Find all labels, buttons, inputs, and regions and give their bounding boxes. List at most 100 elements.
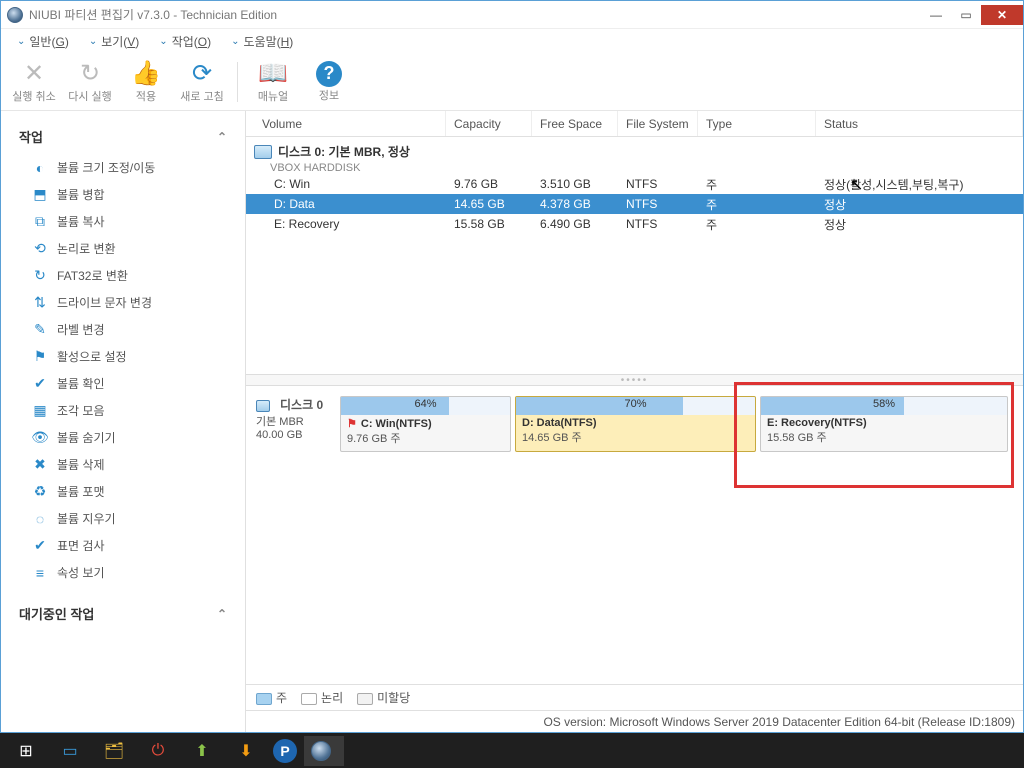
partition-block[interactable]: 64%⚑C: Win(NTFS)9.76 GB 주: [340, 396, 511, 452]
chevron-up-icon: ⌃: [217, 130, 227, 144]
maximize-button[interactable]: ▭: [951, 5, 981, 25]
start-button[interactable]: ⊞: [6, 736, 46, 766]
sidebar-item-label: FAT32로 변환: [57, 267, 128, 284]
sidebar-item[interactable]: ≡ 속성 보기: [1, 559, 245, 586]
col-capacity[interactable]: Capacity: [446, 111, 532, 136]
operation-icon: ✖: [31, 457, 49, 473]
col-free[interactable]: Free Space: [532, 111, 618, 136]
taskbar: ⊞ ▭ 🗂 ⏻ ⬆ ⬇ P: [0, 733, 1024, 768]
power-button[interactable]: ⏻: [138, 736, 178, 766]
operation-icon: ⚑: [31, 349, 49, 365]
disk-map: 디스크 0 기본 MBR 40.00 GB 64%⚑C: Win(NTFS)9.…: [246, 386, 1023, 462]
disk-icon: [254, 145, 272, 159]
app-button-3[interactable]: P: [273, 739, 297, 763]
close-button[interactable]: ✕: [981, 5, 1023, 25]
apply-button[interactable]: 👍적용: [121, 55, 171, 109]
operation-icon: ✔: [31, 538, 49, 554]
col-status[interactable]: Status: [816, 111, 1023, 136]
sidebar-item[interactable]: ◐ 볼륨 크기 조정/이동: [1, 154, 245, 181]
sidebar-item-label: 볼륨 지우기: [57, 510, 116, 527]
table-row[interactable]: D: Data14.65 GB4.378 GBNTFS주정상: [246, 194, 1023, 214]
sidebar-item[interactable]: 👁볼륨 숨기기: [1, 424, 245, 451]
operation-icon: ⬒: [31, 187, 49, 203]
sidebar-item-label: 표면 검사: [57, 537, 105, 554]
legend-primary-swatch: [256, 693, 272, 705]
minimize-button[interactable]: —: [921, 5, 951, 25]
sidebar-item[interactable]: ▦ 조각 모음: [1, 397, 245, 424]
toolbar-separator: [237, 62, 238, 102]
app-button-1[interactable]: ⬆: [182, 736, 222, 766]
window-title: NIUBI 파티션 편집기 v7.3.0 - Technician Editio…: [29, 6, 921, 23]
niubi-taskbar-button[interactable]: [304, 736, 344, 766]
partition-block[interactable]: 70%D: Data(NTFS)14.65 GB 주: [515, 396, 756, 452]
sidebar-item-label: 조각 모음: [57, 402, 105, 419]
refresh-button[interactable]: ⟳새로 고침: [177, 55, 227, 109]
app-window: NIUBI 파티션 편집기 v7.3.0 - Technician Editio…: [0, 0, 1024, 733]
explorer-button[interactable]: 🗂: [94, 736, 134, 766]
redo-icon: ↻: [76, 60, 104, 88]
sidebar-item[interactable]: ⇅드라이브 문자 변경: [1, 289, 245, 316]
sidebar-item[interactable]: ◌볼륨 지우기: [1, 505, 245, 532]
volume-rows: C: Win9.76 GB3.510 GBNTFS주정상(활성,시스템,부팅,복…: [246, 174, 1023, 234]
partition-block[interactable]: 58%E: Recovery(NTFS)15.58 GB 주: [760, 396, 1008, 452]
col-volume[interactable]: Volume: [254, 111, 446, 136]
app-icon: [7, 7, 23, 23]
sidebar-item[interactable]: ♻볼륨 포맷: [1, 478, 245, 505]
taskview-button[interactable]: ▭: [50, 736, 90, 766]
sidebar-item[interactable]: ↻FAT32로 변환: [1, 262, 245, 289]
chevron-down-icon: ⌄: [159, 36, 167, 47]
sidebar-item-label: 활성으로 설정: [57, 348, 127, 365]
sidebar-item-label: 볼륨 크기 조정/이동: [57, 159, 155, 176]
operation-icon: ▦: [31, 403, 49, 419]
chevron-up-icon: ⌃: [217, 607, 227, 621]
titlebar: NIUBI 파티션 편집기 v7.3.0 - Technician Editio…: [1, 1, 1023, 29]
sidebar-item-label: 볼륨 삭제: [57, 456, 105, 473]
legend-logical-swatch: [301, 693, 317, 705]
sidebar-item[interactable]: ✔ 표면 검사: [1, 532, 245, 559]
operation-icon: ⟲: [31, 241, 49, 257]
info-button[interactable]: ?정보: [304, 55, 354, 109]
sidebar-item[interactable]: ⟲ 논리로 변환: [1, 235, 245, 262]
menu-help[interactable]: ⌄도움말(H): [221, 31, 303, 52]
splitter-handle[interactable]: •••••: [246, 374, 1023, 386]
disk-group-header[interactable]: 디스크 0: 기본 MBR, 정상: [246, 137, 1023, 162]
chevron-down-icon: ⌄: [89, 36, 97, 47]
redo-button[interactable]: ↻다시 실행: [65, 55, 115, 109]
app-button-2[interactable]: ⬇: [226, 736, 266, 766]
sidebar-item-label: 볼륨 확인: [57, 375, 105, 392]
undo-button[interactable]: ✕실행 취소: [9, 55, 59, 109]
operation-icon: ◐: [31, 160, 49, 176]
menu-operations[interactable]: ⌄작업(O): [149, 31, 221, 52]
sidebar-item[interactable]: ✔ 볼륨 확인: [1, 370, 245, 397]
sidebar-item-label: 논리로 변환: [57, 240, 116, 257]
disk-title: 디스크 0: 기본 MBR, 정상: [278, 143, 410, 160]
thumbs-up-icon: 👍: [132, 60, 160, 88]
operation-icon: ✎: [31, 322, 49, 338]
table-row[interactable]: E: Recovery15.58 GB6.490 GBNTFS주정상: [246, 214, 1023, 234]
sidebar-item-label: 볼륨 포맷: [57, 483, 105, 500]
col-filesystem[interactable]: File System: [618, 111, 698, 136]
operation-icon: ≡: [31, 565, 49, 581]
operation-icon: ✔: [31, 376, 49, 392]
sidebar-item[interactable]: ⚑ 활성으로 설정: [1, 343, 245, 370]
menu-view[interactable]: ⌄보기(V): [79, 31, 149, 52]
sidebar-item-label: 드라이브 문자 변경: [57, 294, 152, 311]
sidebar-item[interactable]: ⬒ 볼륨 병합: [1, 181, 245, 208]
legend: 주 논리 미할당: [246, 684, 1023, 710]
sidebar-item[interactable]: ✎라벨 변경: [1, 316, 245, 343]
sidebar-item[interactable]: ⧉볼륨 복사: [1, 208, 245, 235]
manual-button[interactable]: 📖매뉴얼: [248, 55, 298, 109]
sidebar-item[interactable]: ✖ 볼륨 삭제: [1, 451, 245, 478]
legend-unalloc-swatch: [357, 693, 373, 705]
sidebar-item-label: 볼륨 병합: [57, 186, 105, 203]
cursor-icon: ↖: [850, 175, 863, 195]
toolbar: ✕실행 취소 ↻다시 실행 👍적용 ⟳새로 고침 📖매뉴얼 ?정보: [1, 53, 1023, 111]
menu-general[interactable]: ⌄일반(G): [7, 31, 79, 52]
chevron-down-icon: ⌄: [17, 36, 25, 47]
col-type[interactable]: Type: [698, 111, 816, 136]
sidebar-item-label: 속성 보기: [57, 564, 105, 581]
question-icon: ?: [316, 61, 342, 87]
sidebar-header-operations[interactable]: 작업⌃: [1, 119, 245, 154]
sidebar-header-pending[interactable]: 대기중인 작업⌃: [1, 596, 245, 631]
table-row[interactable]: C: Win9.76 GB3.510 GBNTFS주정상(활성,시스템,부팅,복…: [246, 174, 1023, 194]
